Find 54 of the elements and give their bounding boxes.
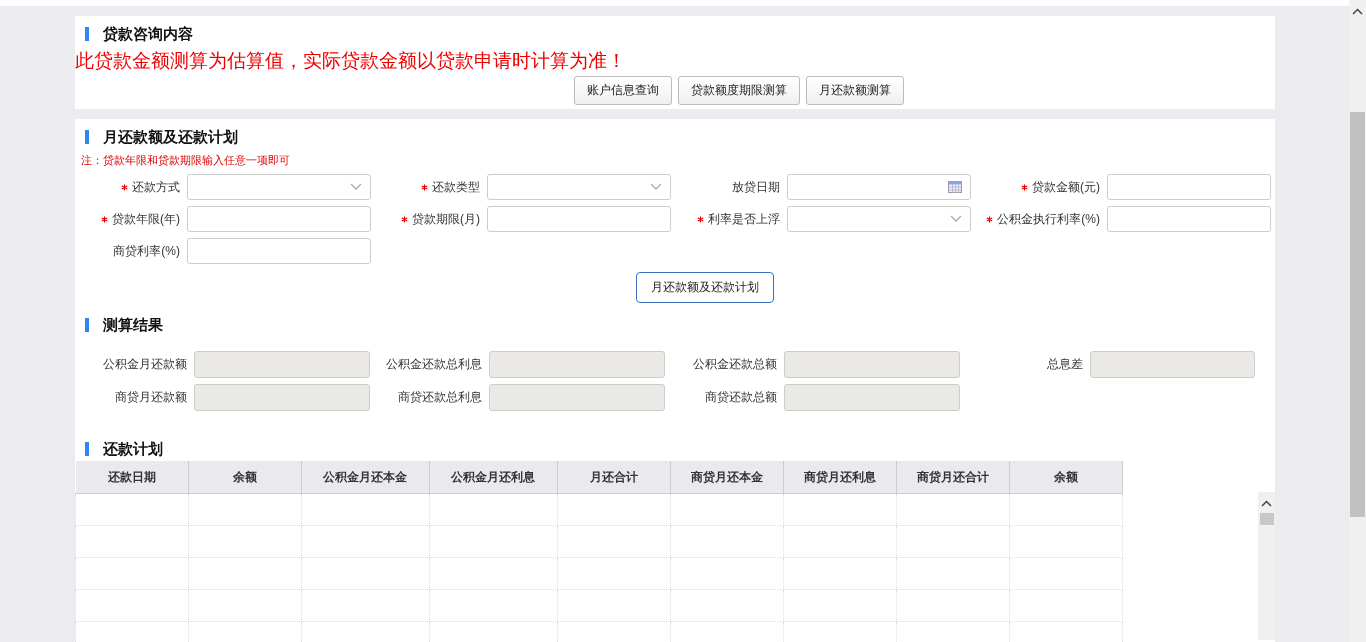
chevron-down-icon [350, 183, 362, 191]
note-text: 注：贷款年限和贷款期限输入任意一项即可 [80, 153, 291, 168]
column-header: 商贷月还利息 [783, 461, 896, 494]
chevron-down-icon [950, 215, 962, 223]
column-header: 公积金月还本金 [301, 461, 429, 494]
section-title: 月还款额及还款计划 [103, 127, 238, 147]
field-label: 贷款金额(元) [1032, 178, 1100, 196]
column-header: 余额 [1009, 461, 1122, 494]
tab-button[interactable]: 月还款额测算 [805, 76, 904, 105]
input-field[interactable] [187, 206, 371, 232]
section-title: 贷款咨询内容 [103, 24, 193, 44]
chevron-up-icon[interactable] [1261, 500, 1272, 507]
field-label: 放贷日期 [732, 178, 780, 196]
chevron-down-icon [650, 183, 662, 191]
field-label: 商贷还款总利息 [397, 389, 483, 406]
scrollbar[interactable] [1258, 492, 1275, 640]
input-field[interactable] [187, 238, 371, 264]
date-field[interactable] [787, 174, 971, 200]
column-header: 还款日期 [75, 461, 188, 494]
column-header: 月还合计 [557, 461, 670, 494]
field-label: 公积金还款总额 [692, 356, 778, 373]
scrollbar-thumb[interactable] [1350, 112, 1365, 517]
column-header: 商贷月还合计 [896, 461, 1009, 494]
field-label: 商贷月还款额 [114, 389, 188, 406]
chevron-up-icon[interactable] [1352, 8, 1363, 15]
column-header: 余额 [188, 461, 301, 494]
field-label: 贷款年限(年) [112, 210, 180, 228]
field-label: 商贷利率(%) [113, 242, 180, 260]
field-label: 公积金执行利率(%) [997, 210, 1100, 228]
select-field[interactable] [787, 206, 971, 232]
column-header: 公积金月还利息 [429, 461, 557, 494]
warning-text: 此贷款金额测算为估算值，实际贷款金额以贷款申请时计算为准！ [75, 49, 627, 73]
scrollbar-thumb[interactable] [1259, 513, 1274, 525]
field-label: 公积金还款总利息 [385, 356, 483, 373]
field-label: 商贷还款总额 [704, 389, 778, 406]
section-title: 测算结果 [103, 315, 163, 335]
select-field[interactable] [187, 174, 371, 200]
input-field[interactable] [1107, 206, 1271, 232]
calculate-button[interactable]: 月还款额及还款计划 [636, 272, 774, 303]
field-label: 还款类型 [432, 178, 480, 196]
field-label: 还款方式 [132, 178, 180, 196]
section-title: 还款计划 [103, 439, 163, 459]
field-label: 贷款期限(月) [412, 210, 480, 228]
tab-button[interactable]: 账户信息查询 [573, 76, 672, 105]
field-label: 总息差 [1046, 356, 1084, 373]
input-field[interactable] [1107, 174, 1271, 200]
input-field[interactable] [487, 206, 671, 232]
column-header: 商贷月还本金 [670, 461, 783, 494]
field-label: 公积金月还款额 [102, 356, 188, 373]
calendar-icon [948, 181, 962, 193]
tab-button[interactable]: 贷款额度期限测算 [677, 76, 800, 105]
page-scrollbar[interactable] [1349, 0, 1366, 642]
select-field[interactable] [487, 174, 671, 200]
field-label: 利率是否上浮 [708, 210, 780, 228]
